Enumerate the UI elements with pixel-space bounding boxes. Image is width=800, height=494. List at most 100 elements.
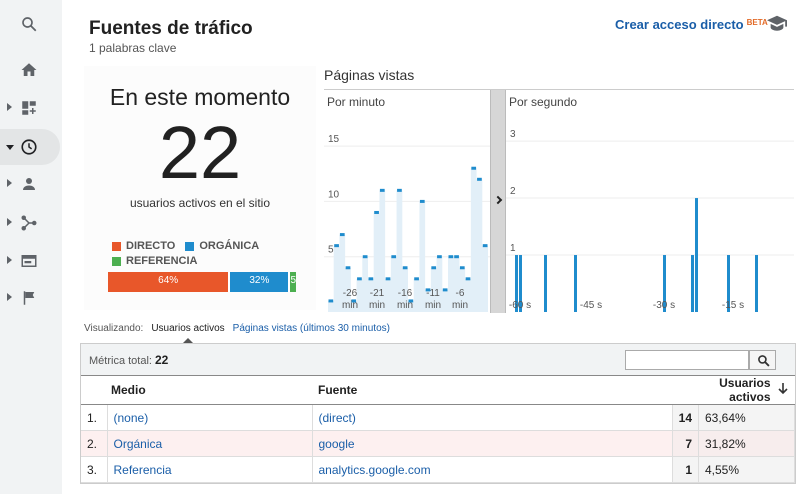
sources-table: Medio Fuente Usuarios activos 1. (none) …: [81, 376, 795, 483]
table-row: 3. Referencia analytics.google.com 1 4,5…: [81, 456, 795, 483]
legend-swatch: [112, 241, 121, 251]
per-minute-mark: [402, 266, 408, 270]
row-source: (direct): [312, 404, 673, 431]
tab-active-users[interactable]: Usuarios activos: [151, 323, 225, 343]
medium-link[interactable]: (none): [114, 411, 149, 425]
per-second-chart: 3 2 1 -60 s -45 s -30 s -15 s: [506, 129, 794, 312]
row-percent: 63,64%: [698, 404, 795, 431]
sidebar-item-customization[interactable]: [0, 90, 60, 126]
sidebar-item-home[interactable]: [0, 52, 60, 88]
visualizing-label: Visualizando:: [84, 323, 144, 334]
per-second-panel: Por segundo 3 2 1 -60 s -45 s -30 s -15 s: [506, 90, 794, 313]
row-source: analytics.google.com: [312, 456, 673, 483]
per-minute-mark: [482, 244, 488, 248]
chart-splitter[interactable]: [490, 90, 506, 313]
home-icon: [21, 63, 37, 76]
per-minute-mark: [437, 255, 442, 259]
sources-table-panel: Métrica total: 22 Medio Fuente Usuarios a…: [80, 343, 796, 484]
sidebar-item-acquisition[interactable]: [0, 205, 60, 241]
per-second-bar: [691, 255, 694, 312]
table-row: 1. (none) (direct) 14 63,64%: [81, 404, 795, 431]
legend-direct: DIRECTO: [112, 240, 175, 252]
per-minute-mark: [397, 188, 402, 192]
per-minute-panel: Por minuto 15 10 5 -26 min -21 min -16 min -11 min…: [324, 90, 490, 313]
table-header-row: Medio Fuente Usuarios activos: [81, 376, 795, 405]
per-minute-mark: [334, 244, 339, 248]
header-source[interactable]: Fuente: [312, 376, 673, 405]
per-minute-mark: [362, 255, 368, 259]
share-segment: 32%: [228, 272, 289, 292]
expand-arrow-icon: [7, 103, 12, 111]
per-minute-mark: [442, 288, 448, 292]
main-content: Fuentes de tráfico 1 palabras clave Crea…: [76, 0, 800, 494]
row-percent: 31,82%: [698, 430, 795, 457]
medium-link[interactable]: Orgánica: [114, 437, 163, 451]
header-active-users[interactable]: Usuarios activos: [672, 376, 795, 405]
x-tick-label: -21: [370, 288, 385, 299]
row-index: 3.: [81, 456, 108, 483]
per-minute-mark: [431, 266, 437, 270]
sidebar-item-behavior[interactable]: [0, 243, 60, 279]
sidebar-search[interactable]: [0, 6, 60, 42]
row-users: 7: [672, 430, 700, 457]
sidebar-item-realtime[interactable]: [0, 129, 60, 165]
per-minute-mark: [465, 277, 471, 281]
per-minute-mark: [339, 233, 345, 237]
header-index: [81, 376, 107, 405]
x-tick-label: -60 s: [509, 300, 531, 311]
sidebar-item-conversions[interactable]: [0, 280, 60, 316]
per-minute-mark: [471, 166, 477, 170]
sort-down-icon: [777, 383, 788, 395]
person-icon: [23, 178, 35, 190]
search-input[interactable]: [625, 350, 749, 370]
y-tick-label: 3: [510, 129, 516, 140]
search-button[interactable]: [749, 350, 776, 370]
search-icon: [758, 355, 770, 367]
legend-referral: REFERENCIA: [112, 255, 198, 267]
tab-pageviews[interactable]: Páginas vistas (últimos 30 minutos): [233, 323, 390, 334]
legend-swatch: [112, 256, 121, 266]
header-medium[interactable]: Medio: [107, 376, 312, 405]
x-tick-label: -26: [343, 288, 358, 299]
sidebar-item-audience[interactable]: [0, 166, 60, 202]
legend-label: DIRECTO: [126, 240, 176, 252]
source-link[interactable]: (direct): [319, 411, 356, 425]
x-tick-label: -30 s: [653, 300, 675, 311]
flag-icon: [23, 291, 35, 305]
y-tick-label: 5: [328, 245, 334, 256]
metric-bar: Métrica total: 22: [81, 344, 795, 376]
legend-label: REFERENCIA: [126, 255, 198, 267]
right-now-panel: En este momento 22 usuarios activos en e…: [84, 66, 316, 310]
graduation-cap-icon[interactable]: [766, 13, 788, 33]
medium-link[interactable]: Referencia: [114, 463, 172, 477]
x-tick-label: -15 s: [722, 300, 744, 311]
per-second-bar: [755, 255, 758, 312]
expand-arrow-icon: [7, 256, 12, 264]
per-second-bar: [544, 255, 547, 312]
x-tick-label: min: [369, 300, 385, 311]
expand-arrow-icon: [7, 218, 12, 226]
source-link[interactable]: google: [319, 437, 355, 451]
x-tick-label: -11: [426, 288, 440, 299]
per-minute-mark: [328, 299, 334, 303]
create-shortcut-link[interactable]: Crear acceso directo BETA: [615, 17, 768, 32]
per-minute-mark: [374, 210, 379, 214]
page-subtitle: 1 palabras clave: [89, 41, 177, 55]
row-users: 14: [672, 404, 700, 431]
row-index: 1.: [81, 404, 108, 431]
active-users-caption: usuarios activos en el sitio: [129, 196, 271, 210]
per-minute-mark: [368, 277, 374, 281]
expand-arrow-icon: [7, 179, 12, 187]
per-second-label: Por segundo: [509, 95, 578, 109]
traffic-share-bar: 64%32%5%: [108, 272, 296, 292]
y-tick-label: 1: [510, 243, 516, 254]
per-second-bar: [695, 198, 698, 312]
chevron-right-icon: [493, 195, 503, 205]
y-tick-label: 15: [328, 134, 340, 145]
row-users: 1: [672, 456, 700, 483]
x-tick-label: -45 s: [580, 300, 602, 311]
x-tick-label: -6: [456, 288, 465, 299]
y-tick-label: 10: [328, 189, 340, 200]
source-link[interactable]: analytics.google.com: [319, 463, 431, 477]
share-segment: 5%: [288, 272, 296, 292]
